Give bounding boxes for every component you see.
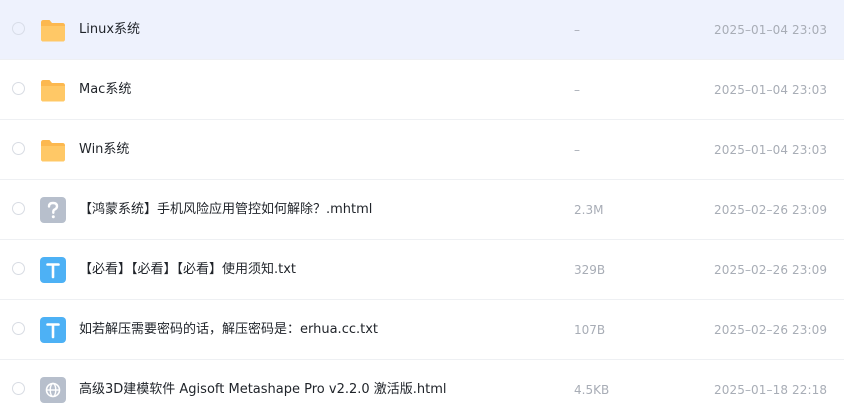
row-checkbox[interactable] <box>12 262 25 275</box>
file-name[interactable]: Mac系统 <box>79 80 131 100</box>
row-checkbox[interactable] <box>12 22 25 35</box>
file-size: 329B <box>574 263 606 277</box>
file-name[interactable]: 高级3D建模软件 Agisoft Metashape Pro v2.2.0 激活… <box>79 380 447 400</box>
file-size: 2.3M <box>574 203 604 217</box>
file-list: Linux系统 – 2025–01–04 23:03 Mac系统 – 2025–… <box>0 0 844 403</box>
file-size: 4.5KB <box>574 383 610 397</box>
file-size: – <box>574 23 580 37</box>
web-file-icon <box>39 376 67 403</box>
row-checkbox[interactable] <box>12 202 25 215</box>
text-file-icon <box>39 316 67 344</box>
file-row[interactable]: Linux系统 – 2025–01–04 23:03 <box>0 0 844 60</box>
folder-icon <box>39 136 67 164</box>
file-modified-date: 2025–01–04 23:03 <box>714 23 828 37</box>
text-file-icon <box>39 256 67 284</box>
file-name[interactable]: Win系统 <box>79 140 129 160</box>
file-name[interactable]: 【鸿蒙系统】手机风险应用管控如何解除？.mhtml <box>79 200 372 220</box>
file-row[interactable]: 【鸿蒙系统】手机风险应用管控如何解除？.mhtml 2.3M 2025–02–2… <box>0 180 844 240</box>
file-name[interactable]: 如若解压需要密码的话，解压密码是：erhua.cc.txt <box>79 320 378 340</box>
file-modified-date: 2025–01–04 23:03 <box>714 83 828 97</box>
row-checkbox[interactable] <box>12 382 25 395</box>
file-row[interactable]: Win系统 – 2025–01–04 23:03 <box>0 120 844 180</box>
file-row[interactable]: 【必看】【必看】【必看】使用须知.txt 329B 2025–02–26 23:… <box>0 240 844 300</box>
file-size: – <box>574 143 580 157</box>
file-modified-date: 2025–02–26 23:09 <box>714 263 828 277</box>
file-modified-date: 2025–01–18 22:18 <box>714 383 828 397</box>
folder-icon <box>39 76 67 104</box>
file-name[interactable]: Linux系统 <box>79 20 140 40</box>
file-row[interactable]: 如若解压需要密码的话，解压密码是：erhua.cc.txt 107B 2025–… <box>0 300 844 360</box>
file-modified-date: 2025–02–26 23:09 <box>714 203 828 217</box>
file-size: – <box>574 83 580 97</box>
folder-icon <box>39 16 67 44</box>
file-modified-date: 2025–02–26 23:09 <box>714 323 828 337</box>
row-checkbox[interactable] <box>12 322 25 335</box>
row-checkbox[interactable] <box>12 142 25 155</box>
unknown-file-icon <box>39 196 67 224</box>
file-row[interactable]: 高级3D建模软件 Agisoft Metashape Pro v2.2.0 激活… <box>0 360 844 403</box>
file-name[interactable]: 【必看】【必看】【必看】使用须知.txt <box>79 260 296 280</box>
file-size: 107B <box>574 323 606 337</box>
file-modified-date: 2025–01–04 23:03 <box>714 143 828 157</box>
row-checkbox[interactable] <box>12 82 25 95</box>
file-row[interactable]: Mac系统 – 2025–01–04 23:03 <box>0 60 844 120</box>
